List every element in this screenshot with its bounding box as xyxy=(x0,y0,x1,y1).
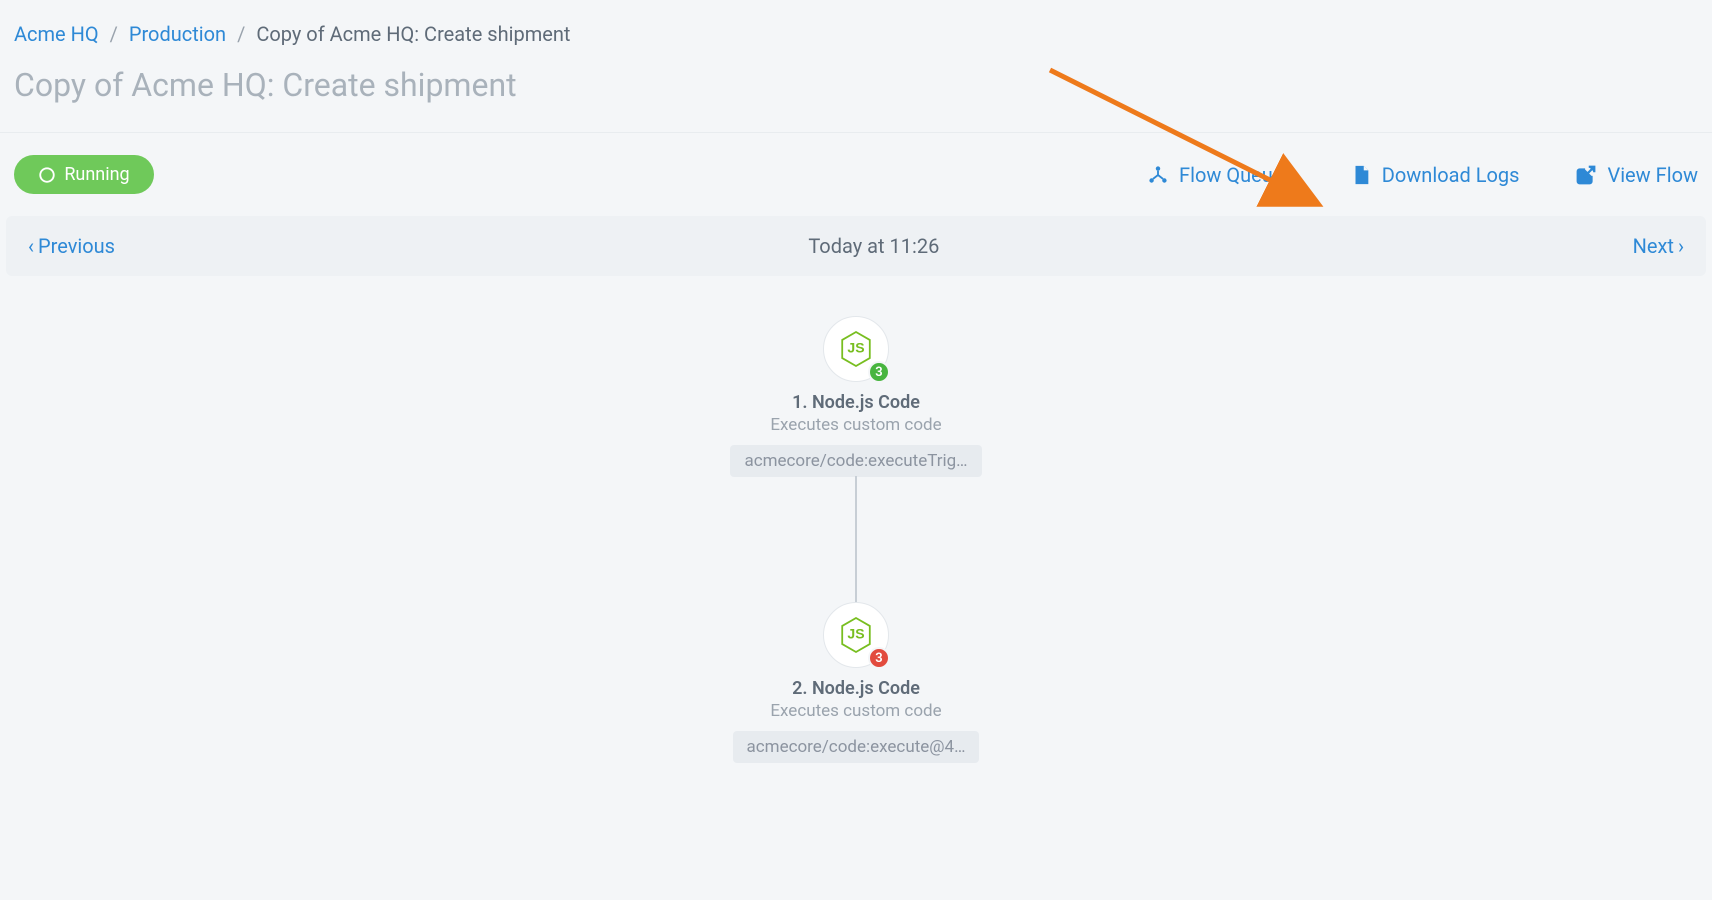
view-flow-link[interactable]: View Flow xyxy=(1575,163,1698,187)
flow-queues-link[interactable]: Flow Queues xyxy=(1147,163,1294,187)
page-title: Copy of Acme HQ: Create shipment xyxy=(14,66,1698,104)
chevron-right-icon: › xyxy=(1678,234,1684,258)
nodejs-icon: JS xyxy=(838,617,874,653)
breadcrumb-sep: / xyxy=(110,22,118,46)
breadcrumb-current: Copy of Acme HQ: Create shipment xyxy=(256,22,570,46)
chevron-left-icon: ‹ xyxy=(28,234,34,258)
run-pager: ‹ Previous Today at 11:26 Next › xyxy=(6,216,1706,276)
external-link-icon xyxy=(1575,164,1597,186)
node-icon-circle: JS 3 xyxy=(823,602,889,668)
download-logs-label: Download Logs xyxy=(1382,163,1520,187)
node-icon-circle: JS 3 xyxy=(823,316,889,382)
node-title: 2. Node.js Code xyxy=(706,678,1006,699)
node-path: acmecore/code:execute@4… xyxy=(733,731,980,763)
node-path: acmecore/code:executeTrig… xyxy=(730,445,981,477)
toolbar: Running Flow Queues Download Logs View F… xyxy=(0,133,1712,216)
breadcrumb-env[interactable]: Production xyxy=(129,22,226,46)
previous-label: Previous xyxy=(38,234,115,258)
node-badge: 3 xyxy=(868,361,890,383)
running-icon xyxy=(38,166,56,184)
flow-connector xyxy=(855,476,857,602)
download-logs-link[interactable]: Download Logs xyxy=(1350,163,1520,187)
queues-icon xyxy=(1147,164,1169,186)
status-badge: Running xyxy=(14,155,154,194)
node-title: 1. Node.js Code xyxy=(706,392,1006,413)
flow-node[interactable]: JS 3 2. Node.js Code Executes custom cod… xyxy=(706,602,1006,768)
breadcrumb-org[interactable]: Acme HQ xyxy=(14,22,99,46)
next-button[interactable]: Next › xyxy=(1633,234,1684,258)
run-timestamp: Today at 11:26 xyxy=(115,234,1633,258)
breadcrumb-sep: / xyxy=(237,22,245,46)
status-label: Running xyxy=(64,164,129,185)
breadcrumb: Acme HQ / Production / Copy of Acme HQ: … xyxy=(14,22,1698,46)
node-subtitle: Executes custom code xyxy=(706,415,1006,435)
svg-text:JS: JS xyxy=(847,340,864,356)
file-icon xyxy=(1350,164,1372,186)
node-subtitle: Executes custom code xyxy=(706,701,1006,721)
previous-button[interactable]: ‹ Previous xyxy=(28,234,115,258)
next-label: Next xyxy=(1633,234,1674,258)
svg-text:JS: JS xyxy=(847,626,864,642)
flow-canvas: JS 3 1. Node.js Code Executes custom cod… xyxy=(0,276,1712,826)
node-badge: 3 xyxy=(868,647,890,669)
page-header: Acme HQ / Production / Copy of Acme HQ: … xyxy=(0,0,1712,132)
view-flow-label: View Flow xyxy=(1607,163,1698,187)
flow-node[interactable]: JS 3 1. Node.js Code Executes custom cod… xyxy=(706,316,1006,482)
flow-queues-label: Flow Queues xyxy=(1179,163,1294,187)
nodejs-icon: JS xyxy=(838,331,874,367)
